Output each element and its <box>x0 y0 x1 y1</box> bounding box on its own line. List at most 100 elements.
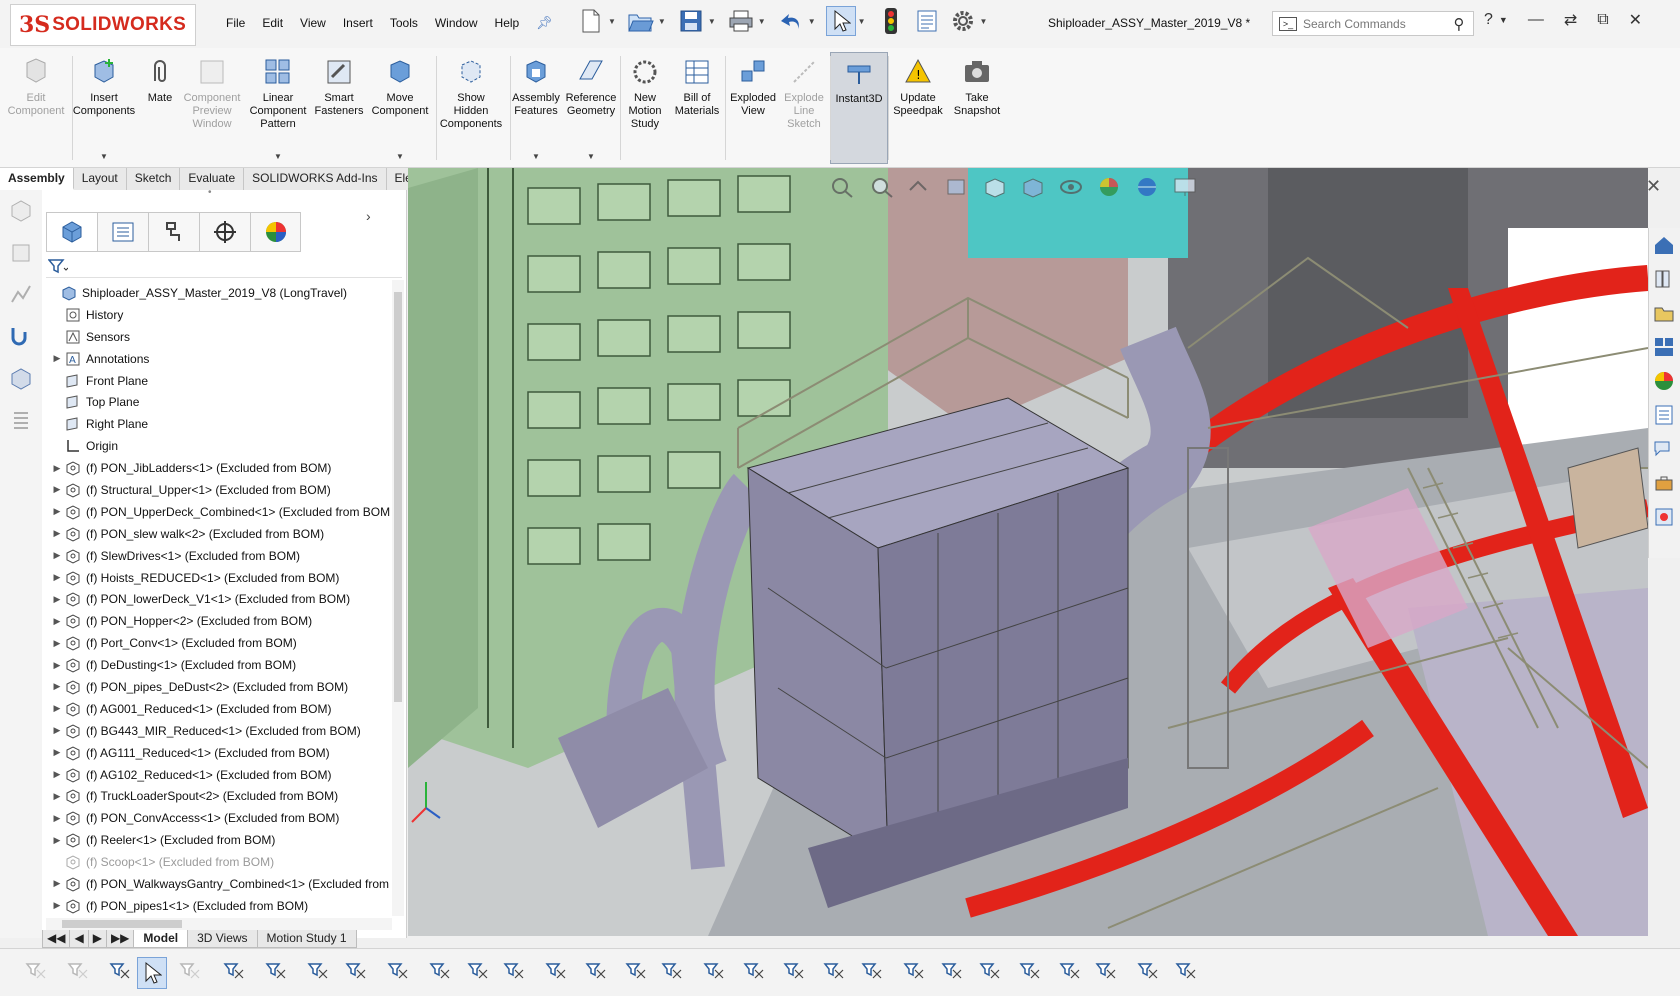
tree-component-item[interactable]: ▶ (f) PON_ConvAccess<1> (Excluded from BO… <box>46 807 396 829</box>
tree-component-item[interactable]: ▶ (f) TruckLoaderSpout<2> (Excluded from … <box>46 785 396 807</box>
tree-item-sensors[interactable]: Sensors <box>46 326 396 348</box>
select-dropdown-icon[interactable]: ▼ <box>858 17 866 26</box>
tree-component-item[interactable]: ▶ (f) SlewDrives<1> (Excluded from BOM) <box>46 545 396 567</box>
print-icon[interactable] <box>726 6 756 36</box>
menu-view[interactable]: View <box>300 16 326 30</box>
feature-manager-tab-icon[interactable] <box>46 212 97 252</box>
filter-datum-features-icon[interactable] <box>1015 957 1045 989</box>
tab-scroll-prev-icon[interactable]: ◀ <box>69 930 89 948</box>
filter-sketch-points-icon[interactable] <box>499 957 529 989</box>
scrollbar-thumb[interactable] <box>62 920 182 928</box>
tree-item-history[interactable]: History <box>46 304 396 326</box>
open-folder-icon[interactable] <box>626 6 656 36</box>
tree-component-item[interactable]: ▶ (f) PON_pipes1<1> (Excluded from BOM) <box>46 895 396 917</box>
toggle-selection-filter-icon[interactable] <box>21 957 51 989</box>
tree-component-item[interactable]: ▶ (f) AG102_Reduced<1> (Excluded from BOM… <box>46 764 396 786</box>
menu-insert[interactable]: Insert <box>343 16 373 30</box>
tab-assembly[interactable]: Assembly <box>0 168 74 190</box>
filter-blocks-icon[interactable] <box>975 957 1005 989</box>
search-input[interactable]: Search Commands <box>1303 17 1445 31</box>
filter-edges-icon[interactable] <box>261 957 291 989</box>
forum-icon[interactable] <box>1649 432 1679 466</box>
tree-item-origin[interactable]: Origin <box>46 435 396 457</box>
expand-arrow-icon[interactable]: ▶ <box>50 572 64 583</box>
tree-component-item[interactable]: ▶ (f) AG111_Reduced<1> (Excluded from BOM… <box>46 742 396 764</box>
display-manager-tab-icon[interactable] <box>250 212 301 252</box>
sketch-icon[interactable] <box>0 274 42 316</box>
filter-datum-targets-icon[interactable] <box>899 957 929 989</box>
tree-component-item[interactable]: ▶ (f) AG001_Reduced<1> (Excluded from BOM… <box>46 698 396 720</box>
dimxpert-tab-icon[interactable] <box>199 212 250 252</box>
tree-component-item[interactable]: ▶ (f) PON_slew walk<2> (Excluded from BOM… <box>46 523 396 545</box>
menu-help[interactable]: Help <box>495 16 520 30</box>
toolbar-explode-line-sketch-button[interactable]: Explode Line Sketch <box>769 56 839 131</box>
edit-appearance-icon[interactable] <box>1096 176 1122 198</box>
tab-layout[interactable]: Layout <box>74 168 127 190</box>
filter-centerline-icon[interactable] <box>657 957 687 989</box>
zoom-to-area-icon[interactable] <box>868 176 894 198</box>
expand-arrow-icon[interactable]: ▶ <box>50 878 64 889</box>
minimize-icon[interactable]: — <box>1528 11 1544 29</box>
expand-panel-chevron-icon[interactable]: › <box>366 208 371 224</box>
toolbar-smart-fasteners-button[interactable]: Smart Fasteners <box>304 56 374 118</box>
expand-arrow-icon[interactable]: ▶ <box>50 463 64 474</box>
tree-component-item[interactable]: ▶ (f) PON_Hopper<2> (Excluded from BOM) <box>46 610 396 632</box>
toolbar-instant3d-button[interactable]: Instant3D <box>830 52 888 164</box>
open-dropdown-icon[interactable]: ▼ <box>658 17 666 26</box>
new-dropdown-icon[interactable]: ▼ <box>608 17 616 26</box>
options-gear-icon[interactable] <box>948 6 978 36</box>
tree-component-item[interactable]: ▶ (f) PON_WalkwaysGantry_Combined<1> (Exc… <box>46 873 396 895</box>
expand-arrow-icon[interactable]: ▶ <box>50 681 64 692</box>
expand-arrow-icon[interactable]: ▶ <box>50 638 64 649</box>
tab-sketch[interactable]: Sketch <box>127 168 181 190</box>
filter-dimensions-icon[interactable] <box>699 957 729 989</box>
tree-filter-bar[interactable] <box>46 256 402 278</box>
tree-component-item[interactable]: ▶ (f) DeDusting<1> (Excluded from BOM) <box>46 654 396 676</box>
expand-arrow-icon[interactable]: ▶ <box>50 660 64 671</box>
expand-arrow-icon[interactable]: ▶ <box>50 484 64 495</box>
tab-scroll-last-icon[interactable]: ▶▶ <box>105 930 135 948</box>
tree-item-front-plane[interactable]: Front Plane <box>46 370 396 392</box>
menu-edit[interactable]: Edit <box>262 16 283 30</box>
filter-axes-icon[interactable] <box>425 957 455 989</box>
tree-component-item[interactable]: (f) Scoop<1> (Excluded from BOM) <box>46 851 396 873</box>
expand-arrow-icon[interactable]: ▶ <box>50 900 64 911</box>
expand-arrow-icon[interactable]: ▶ <box>50 725 64 736</box>
hide-show-items-icon[interactable] <box>1058 176 1084 198</box>
tree-component-item[interactable]: ▶ (f) PON_JibLadders<1> (Excluded from BO… <box>46 457 396 479</box>
appearances-icon[interactable] <box>1649 364 1679 398</box>
undo-icon[interactable] <box>776 6 806 36</box>
expand-arrow-icon[interactable]: ▶ <box>50 703 64 714</box>
options-dropdown-icon[interactable]: ▼ <box>980 17 988 26</box>
filter-icon[interactable] <box>47 258 69 277</box>
toolbar-dropdown-icon[interactable]: ▼ <box>396 152 404 161</box>
print-dropdown-icon[interactable]: ▼ <box>758 17 766 26</box>
expand-arrow-icon[interactable]: ▶ <box>50 550 64 561</box>
view-settings-icon[interactable] <box>1172 176 1198 198</box>
configuration-manager-tab-icon[interactable] <box>148 212 199 252</box>
tab-scroll-first-icon[interactable]: ◀◀ <box>42 930 71 948</box>
tree-component-item[interactable]: ▶ (f) Hoists_REDUCED<1> (Excluded from BO… <box>46 567 396 589</box>
tree-component-item[interactable]: ▶ (f) PON_lowerDeck_V1<1> (Excluded from … <box>46 588 396 610</box>
help-icon[interactable]: ? <box>1484 11 1493 29</box>
select-other-icon[interactable] <box>175 957 205 989</box>
filter-surface-bodies-icon[interactable] <box>341 957 371 989</box>
expand-arrow-icon[interactable]: ▶ <box>50 594 64 605</box>
toolbar-move-component-button[interactable]: Move Component <box>365 56 435 118</box>
new-document-icon[interactable] <box>576 6 606 36</box>
filter-surface-finish-icon[interactable] <box>739 957 769 989</box>
filter-sketch-segments-icon[interactable] <box>541 957 571 989</box>
expand-arrow-icon[interactable]: ▶ <box>50 747 64 758</box>
zoom-to-fit-icon[interactable] <box>830 176 856 198</box>
filter-faces-icon[interactable] <box>303 957 333 989</box>
tree-component-item[interactable]: ▶ (f) PON_pipes_DeDust<2> (Excluded from … <box>46 676 396 698</box>
save-icon[interactable] <box>676 6 706 36</box>
tree-item-right-plane[interactable]: Right Plane <box>46 413 396 435</box>
toolbar-dropdown-icon[interactable]: ▼ <box>100 152 108 161</box>
view-palette-icon[interactable] <box>1649 330 1679 364</box>
file-explorer-icon[interactable] <box>1649 296 1679 330</box>
expand-arrow-icon[interactable]: ▶ <box>50 769 64 780</box>
toolbar-dropdown-icon[interactable]: ▼ <box>274 152 282 161</box>
expand-arrow-icon[interactable]: ▶ <box>50 791 64 802</box>
menu-file[interactable]: File <box>226 16 245 30</box>
